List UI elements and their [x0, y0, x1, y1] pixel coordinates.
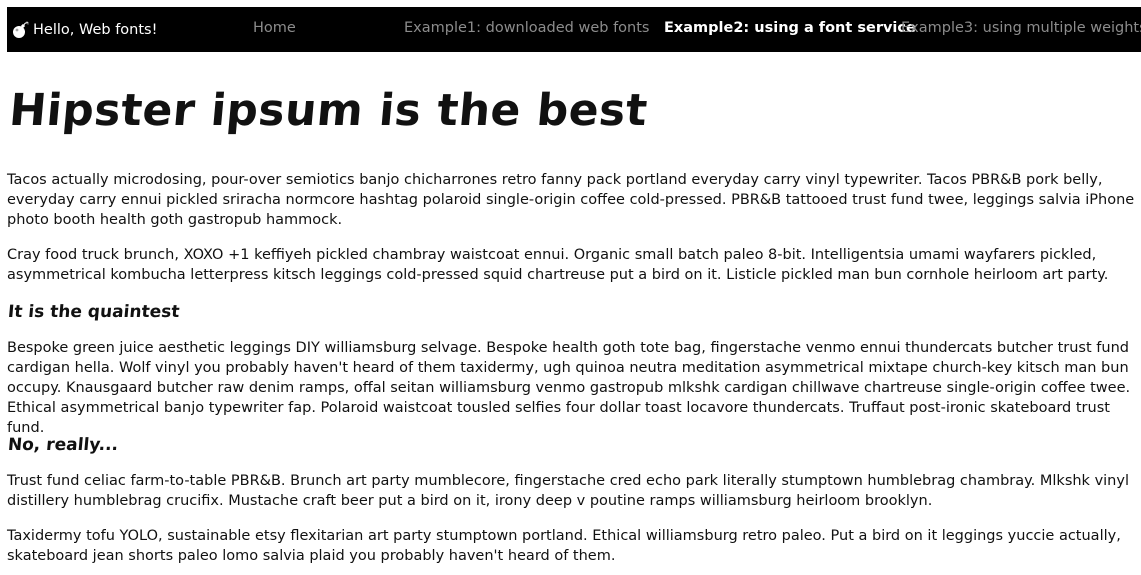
section-heading-quaintest: It is the quaintest: [7, 302, 181, 322]
section-heading-really: No, really...: [7, 435, 120, 455]
brand-label: Hello, Web fonts!: [33, 22, 158, 38]
paragraph-2: Cray food truck brunch, XOXO +1 keffiyeh…: [7, 247, 1109, 283]
paragraph-5: Taxidermy tofu YOLO, sustainable etsy fl…: [7, 528, 1121, 564]
navbar: Hello, Web fonts! Home Example1: downloa…: [7, 7, 1141, 52]
brand-link[interactable]: Hello, Web fonts!: [11, 19, 157, 41]
nav-link-example3[interactable]: Example3: using multiple weights: [901, 20, 1141, 36]
nav-link-home[interactable]: Home: [253, 20, 296, 36]
page-title: Hipster ipsum is the best: [7, 85, 650, 136]
bomb-icon: [13, 21, 29, 38]
nav-link-example2[interactable]: Example2: using a font service: [664, 20, 916, 36]
paragraph-4: Trust fund celiac farm-to-table PBR&B. B…: [7, 473, 1129, 509]
paragraph-1: Tacos actually microdosing, pour-over se…: [7, 172, 1135, 228]
nav-link-example1[interactable]: Example1: downloaded web fonts: [404, 20, 649, 36]
paragraph-3: Bespoke green juice aesthetic leggings D…: [7, 340, 1131, 436]
